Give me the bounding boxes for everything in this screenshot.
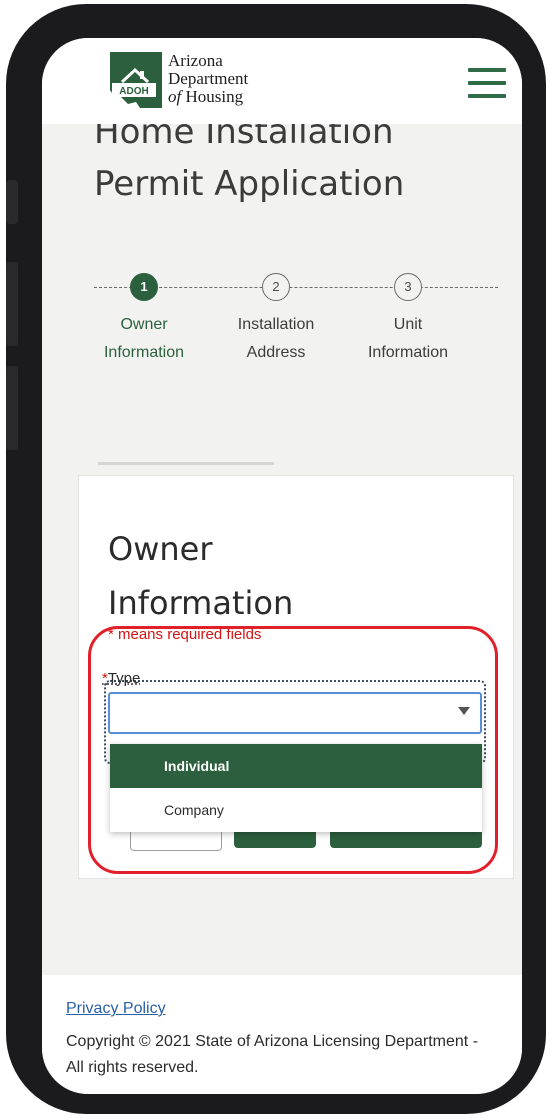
card-title: Owner Information [108, 522, 293, 630]
hamburger-bar-top [468, 68, 506, 72]
logo-housing: Housing [181, 87, 244, 106]
page-title: Permit Application [94, 164, 405, 204]
adoh-logo-icon[interactable]: ADOH [106, 50, 164, 110]
step-3-circle[interactable]: 3 [394, 273, 422, 301]
type-label-text: Type [107, 670, 141, 687]
phone-volume-up-button [6, 262, 18, 346]
menu-hamburger-icon[interactable] [468, 68, 506, 98]
step-1-label-line2: Information [103, 344, 185, 361]
caret-down-icon [458, 707, 470, 715]
logo-line-arizona: Arizona [168, 51, 223, 70]
step-2-label-line1: Installation [237, 316, 315, 333]
option-individual[interactable]: Individual [110, 744, 482, 788]
card-title-line1: Owner [108, 530, 213, 568]
copyright-text: Copyright © 2021 State of Arizona Licens… [66, 1033, 479, 1076]
step-2-circle[interactable]: 2 [262, 273, 290, 301]
step-2-label[interactable]: Installation Address [211, 311, 341, 367]
card-title-line2: Information [108, 584, 294, 622]
logo-badge-text: ADOH [119, 86, 148, 97]
type-select[interactable] [108, 692, 482, 734]
step-2-label-line2: Address [246, 344, 306, 361]
step-3-label-line1: Unit [393, 316, 423, 333]
required-fields-note: * means required fields [108, 626, 262, 643]
logo-line-housing: of Housing [168, 88, 248, 106]
privacy-policy-link[interactable]: Privacy Policy [66, 1000, 166, 1018]
step-3-label-line2: Information [367, 344, 449, 361]
step-1-label[interactable]: Owner Information [79, 311, 209, 367]
phone-volume-down-button [6, 366, 18, 450]
hamburger-bar-middle [468, 81, 506, 85]
logo-of: of [168, 87, 182, 106]
logo-line-department: Department [168, 69, 249, 88]
phone-screen: ADOH Arizona Department of Housing Home … [42, 38, 522, 1094]
step-1-label-line1: Owner [120, 316, 168, 333]
phone-frame: ADOH Arizona Department of Housing Home … [6, 4, 546, 1114]
type-dropdown-list: Individual Company [110, 744, 482, 832]
step-1-circle[interactable]: 1 [130, 273, 158, 301]
phone-side-button [6, 180, 18, 224]
site-footer: Privacy Policy Copyright © 2021 State of… [42, 975, 522, 1094]
site-header: ADOH Arizona Department of Housing [42, 38, 522, 124]
section-divider [98, 462, 274, 465]
type-field-label: *Type [102, 670, 140, 687]
option-company[interactable]: Company [110, 788, 482, 832]
step-3-label[interactable]: Unit Information [343, 311, 473, 367]
logo-wordmark: Arizona Department of Housing [168, 52, 248, 106]
hamburger-bar-bottom [468, 94, 506, 98]
